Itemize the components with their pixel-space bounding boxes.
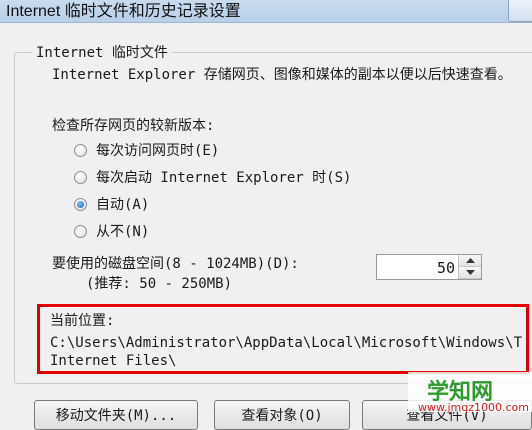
radio-automatic-circle[interactable] (74, 197, 87, 211)
spinner-up-button[interactable] (459, 255, 481, 267)
spinner-buttons (458, 255, 481, 279)
current-location-label: 当前位置: (50, 313, 115, 329)
radio-every-visit-label: 每次访问网页时(E) (96, 143, 220, 159)
radio-every-start-circle[interactable] (74, 170, 87, 184)
radio-every-visit-circle[interactable] (74, 143, 87, 157)
title-bar: Internet 临时文件和历史记录设置 (0, 0, 532, 23)
radio-every-start-label: 每次启动 Internet Explorer 时(S) (96, 170, 352, 186)
group-legend: Internet 临时文件 (32, 42, 172, 62)
current-location-path: C:\Users\Administrator\AppData\Local\Mic… (50, 334, 522, 370)
radio-automatic-label: 自动(A) (96, 197, 150, 213)
radio-never-label: 从不(N) (96, 224, 150, 240)
move-folder-button[interactable]: 移动文件夹(M)... (34, 400, 198, 430)
view-objects-button[interactable]: 查看对象(O) (214, 400, 350, 430)
radio-every-start[interactable]: 每次启动 Internet Explorer 时(S) (74, 167, 351, 187)
radio-automatic[interactable]: 自动(A) (74, 194, 149, 214)
radio-never[interactable]: 从不(N) (74, 221, 149, 241)
radio-every-visit[interactable]: 每次访问网页时(E) (74, 140, 219, 160)
location-path-line2: Internet Files\ (50, 353, 177, 369)
watermark-url: www.jmqz1000.com (418, 401, 529, 414)
disk-space-label: 要使用的磁盘空间(8 - 1024MB)(D): (52, 256, 299, 272)
check-versions-label: 检查所存网页的较新版本: (52, 118, 215, 134)
location-path-line1: C:\Users\Administrator\AppData\Local\Mic… (50, 335, 522, 351)
arrow-up-icon (465, 258, 475, 263)
disk-space-hint: (推荐: 50 - 250MB) (86, 276, 233, 292)
close-button[interactable] (508, 0, 532, 22)
spinner-down-button[interactable] (459, 267, 481, 279)
disk-space-value[interactable]: 50 (437, 259, 455, 277)
radio-never-circle[interactable] (74, 224, 87, 238)
window-title: Internet 临时文件和历史记录设置 (6, 3, 241, 20)
group-description: Internet Explorer 存储网页、图像和媒体的副本以便以后快速查看。 (52, 67, 512, 83)
disk-space-spinner[interactable]: 50 (376, 254, 482, 280)
arrow-down-icon (465, 270, 475, 275)
